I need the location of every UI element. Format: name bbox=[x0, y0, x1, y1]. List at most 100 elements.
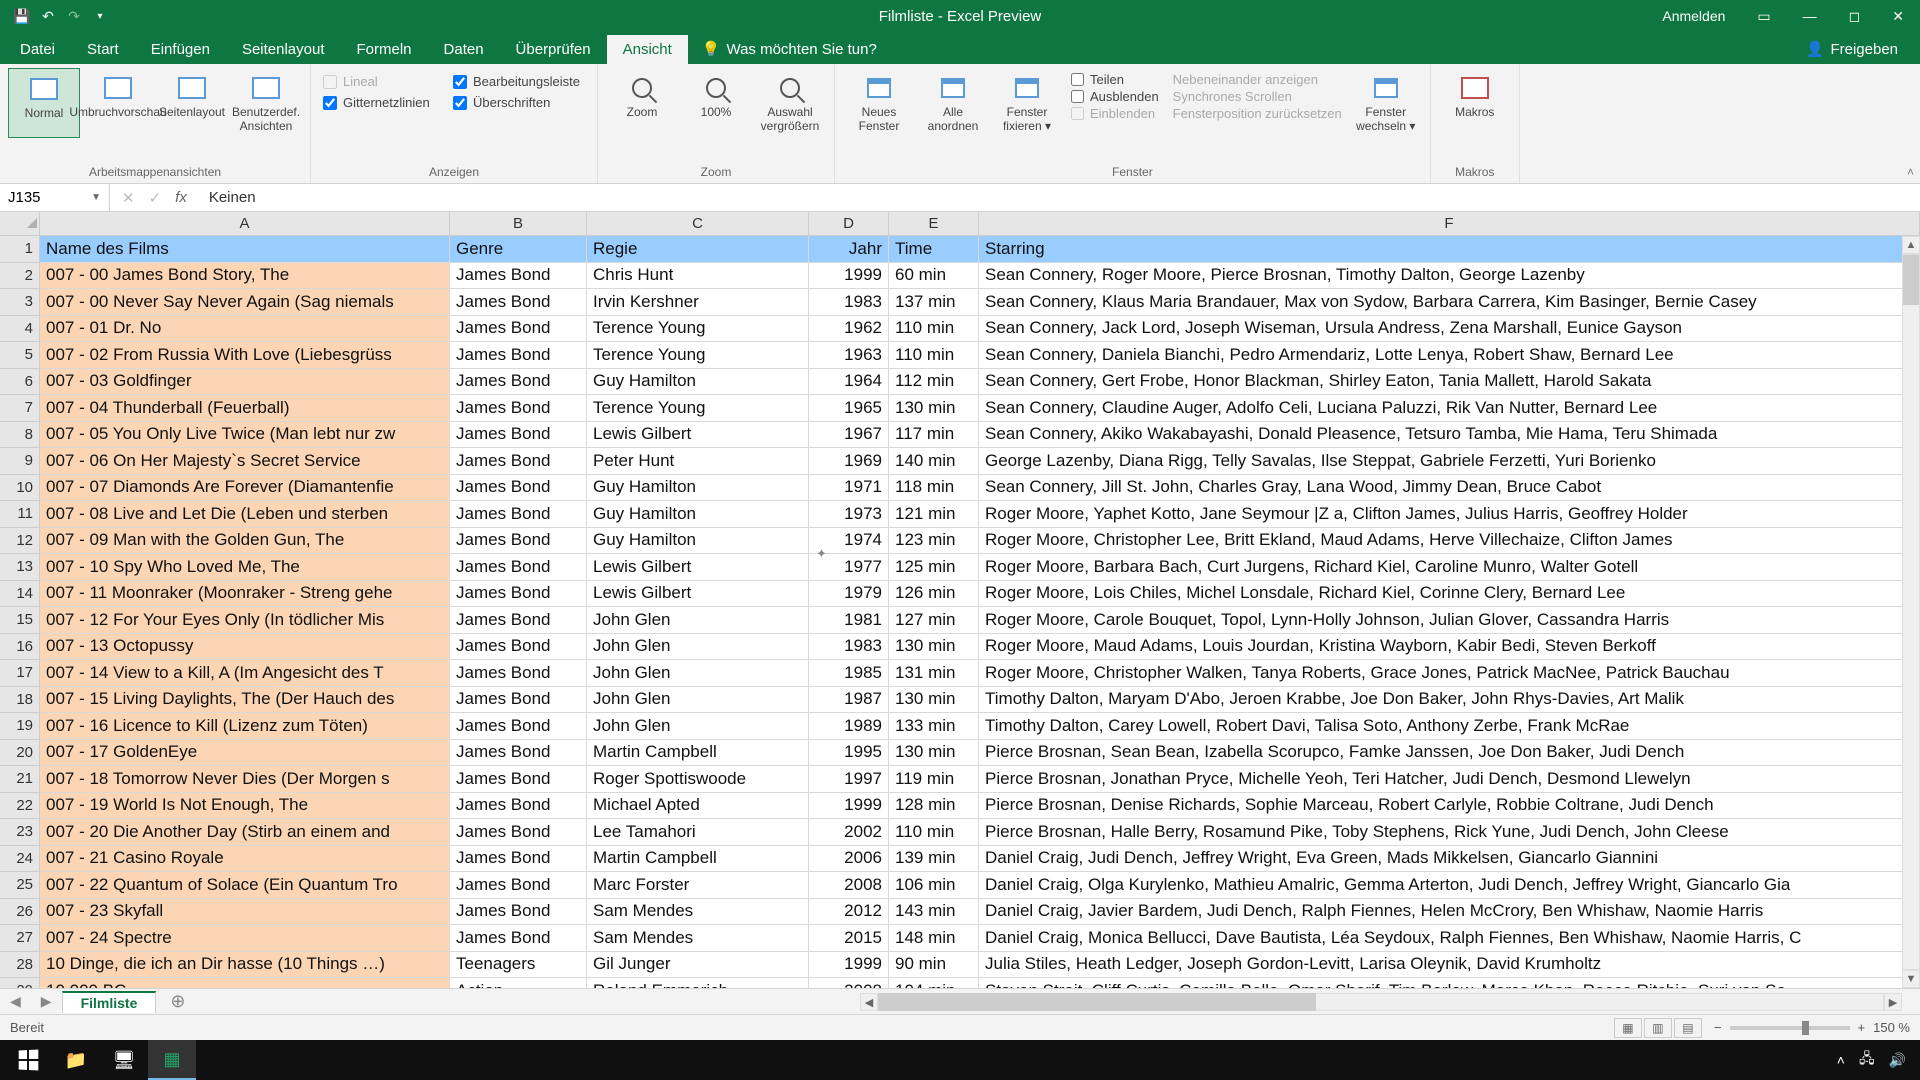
column-header-C[interactable]: C bbox=[587, 212, 809, 236]
zoom-button[interactable]: Zoom bbox=[606, 68, 678, 138]
sheet-nav-prev-icon[interactable]: ◀ bbox=[0, 993, 31, 1010]
cell[interactable]: James Bond bbox=[450, 687, 587, 714]
cell[interactable]: 1974 bbox=[809, 528, 889, 555]
row-header[interactable]: 27 bbox=[0, 925, 40, 952]
column-header-A[interactable]: A bbox=[40, 212, 450, 236]
undo-icon[interactable]: ↶ bbox=[36, 4, 60, 28]
cell[interactable]: James Bond bbox=[450, 475, 587, 502]
cell[interactable]: 007 - 07 Diamonds Are Forever (Diamanten… bbox=[40, 475, 450, 502]
cell[interactable]: Timothy Dalton, Maryam D'Abo, Jeroen Kra… bbox=[979, 687, 1920, 714]
cell[interactable]: James Bond bbox=[450, 660, 587, 687]
cell[interactable]: 1999 bbox=[809, 793, 889, 820]
cell[interactable]: 1981 bbox=[809, 607, 889, 634]
tell-me[interactable]: 💡Was möchten Sie tun? bbox=[688, 34, 891, 64]
cell[interactable]: James Bond bbox=[450, 766, 587, 793]
switch-window-button[interactable]: Fenster wechseln ▾ bbox=[1350, 68, 1422, 138]
cell[interactable]: Gil Junger bbox=[587, 952, 809, 979]
column-header-D[interactable]: D bbox=[809, 212, 889, 236]
cell[interactable]: James Bond bbox=[450, 554, 587, 581]
cell[interactable]: 007 - 13 Octopussy bbox=[40, 634, 450, 661]
cell[interactable]: 007 - 00 James Bond Story, The bbox=[40, 263, 450, 290]
cell[interactable]: Teenagers bbox=[450, 952, 587, 979]
cell[interactable]: 1963 bbox=[809, 342, 889, 369]
cell[interactable]: 007 - 23 Skyfall bbox=[40, 899, 450, 926]
cell[interactable]: Sean Connery, Jack Lord, Joseph Wiseman,… bbox=[979, 316, 1920, 343]
row-header[interactable]: 3 bbox=[0, 289, 40, 316]
view-pagelayout-button[interactable]: Seitenlayout bbox=[156, 68, 228, 138]
scroll-left-icon[interactable]: ◀ bbox=[860, 993, 878, 1011]
taskbar-app-icon[interactable]: 🖥 bbox=[100, 1040, 148, 1080]
cell[interactable]: 007 - 14 View to a Kill, A (Im Angesicht… bbox=[40, 660, 450, 687]
view-pagelayout-icon[interactable]: ▥ bbox=[1644, 1018, 1672, 1038]
cell[interactable]: James Bond bbox=[450, 448, 587, 475]
cell[interactable]: 007 - 08 Live and Let Die (Leben und ste… bbox=[40, 501, 450, 528]
tab-ansicht[interactable]: Ansicht bbox=[607, 35, 688, 64]
cell[interactable]: 1983 bbox=[809, 289, 889, 316]
cell[interactable]: Pierce Brosnan, Jonathan Pryce, Michelle… bbox=[979, 766, 1920, 793]
row-header[interactable]: 26 bbox=[0, 899, 40, 926]
cell[interactable]: 007 - 03 Goldfinger bbox=[40, 369, 450, 396]
cell[interactable]: 123 min bbox=[889, 528, 979, 555]
row-header[interactable]: 9 bbox=[0, 448, 40, 475]
cell[interactable]: John Glen bbox=[587, 607, 809, 634]
cell[interactable]: 007 - 12 For Your Eyes Only (In tödliche… bbox=[40, 607, 450, 634]
namebox-dropdown-icon[interactable]: ▼ bbox=[91, 192, 101, 203]
cell[interactable]: 007 - 22 Quantum of Solace (Ein Quantum … bbox=[40, 872, 450, 899]
cell[interactable]: Guy Hamilton bbox=[587, 369, 809, 396]
zoom-in-icon[interactable]: + bbox=[1858, 1020, 1866, 1035]
tray-sound-icon[interactable]: 🔊 bbox=[1889, 1052, 1906, 1069]
scroll-down-icon[interactable]: ▼ bbox=[1902, 970, 1920, 988]
cell[interactable]: Pierce Brosnan, Halle Berry, Rosamund Pi… bbox=[979, 819, 1920, 846]
tab-daten[interactable]: Daten bbox=[428, 35, 500, 64]
cell[interactable]: 007 - 17 GoldenEye bbox=[40, 740, 450, 767]
row-header[interactable]: 28 bbox=[0, 952, 40, 979]
cell[interactable]: 007 - 04 Thunderball (Feuerball) bbox=[40, 395, 450, 422]
cell[interactable]: 1969 bbox=[809, 448, 889, 475]
ribbon-display-icon[interactable]: ▭ bbox=[1741, 0, 1786, 32]
cell[interactable]: 133 min bbox=[889, 713, 979, 740]
cell[interactable]: Daniel Craig, Judi Dench, Jeffrey Wright… bbox=[979, 846, 1920, 873]
row-header[interactable]: 10 bbox=[0, 475, 40, 502]
zoom-selection-button[interactable]: Auswahl vergrößern bbox=[754, 68, 826, 138]
cell[interactable]: 90 min bbox=[889, 952, 979, 979]
taskbar-excel-icon[interactable]: ▦ bbox=[148, 1040, 196, 1080]
cell[interactable]: James Bond bbox=[450, 316, 587, 343]
cell[interactable]: Lewis Gilbert bbox=[587, 422, 809, 449]
cell[interactable]: Roger Moore, Lois Chiles, Michel Lonsdal… bbox=[979, 581, 1920, 608]
cell[interactable]: James Bond bbox=[450, 925, 587, 952]
cell[interactable]: Chris Hunt bbox=[587, 263, 809, 290]
cell[interactable]: Terence Young bbox=[587, 395, 809, 422]
cell[interactable]: 130 min bbox=[889, 687, 979, 714]
cell[interactable]: James Bond bbox=[450, 819, 587, 846]
signin-link[interactable]: Anmelden bbox=[1646, 0, 1741, 32]
row-header[interactable]: 18 bbox=[0, 687, 40, 714]
cell[interactable]: 2012 bbox=[809, 899, 889, 926]
sheet-tab-active[interactable]: Filmliste bbox=[62, 991, 157, 1013]
scroll-right-icon[interactable]: ▶ bbox=[1884, 993, 1902, 1011]
cell[interactable]: James Bond bbox=[450, 422, 587, 449]
select-all-corner[interactable] bbox=[0, 212, 40, 236]
cell[interactable]: Terence Young bbox=[587, 342, 809, 369]
maximize-icon[interactable]: ◻ bbox=[1833, 0, 1877, 32]
cell[interactable]: 007 - 06 On Her Majesty`s Secret Service bbox=[40, 448, 450, 475]
row-header[interactable]: 11 bbox=[0, 501, 40, 528]
cell[interactable]: 1964 bbox=[809, 369, 889, 396]
cell[interactable]: 112 min bbox=[889, 369, 979, 396]
cell[interactable]: Terence Young bbox=[587, 316, 809, 343]
cell[interactable]: 130 min bbox=[889, 395, 979, 422]
cell[interactable]: Pierce Brosnan, Sean Bean, Izabella Scor… bbox=[979, 740, 1920, 767]
cell[interactable]: 118 min bbox=[889, 475, 979, 502]
cell[interactable]: Sam Mendes bbox=[587, 899, 809, 926]
cell[interactable]: 1979 bbox=[809, 581, 889, 608]
row-header[interactable]: 7 bbox=[0, 395, 40, 422]
cell[interactable]: James Bond bbox=[450, 607, 587, 634]
cell[interactable]: 117 min bbox=[889, 422, 979, 449]
cell[interactable]: Roger Moore, Yaphet Kotto, Jane Seymour … bbox=[979, 501, 1920, 528]
row-header[interactable]: 17 bbox=[0, 660, 40, 687]
cell[interactable]: 1973 bbox=[809, 501, 889, 528]
cell[interactable]: 110 min bbox=[889, 316, 979, 343]
cell[interactable]: 1999 bbox=[809, 952, 889, 979]
fx-icon[interactable]: fx bbox=[175, 189, 187, 206]
cell[interactable]: Guy Hamilton bbox=[587, 475, 809, 502]
view-pagebreak-button[interactable]: Umbruchvorschau bbox=[82, 68, 154, 138]
